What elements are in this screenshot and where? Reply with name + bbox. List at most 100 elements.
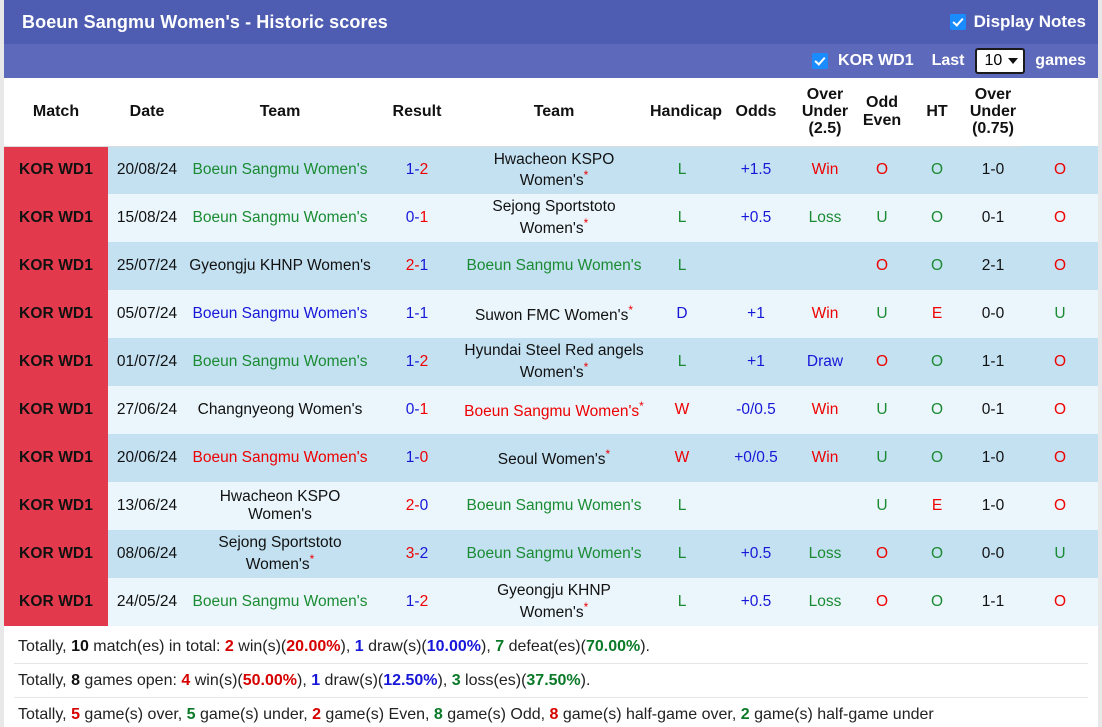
away-team[interactable]: Seoul Women's* [460, 434, 648, 482]
team-name: Hyundai Steel Red angels Women's* [464, 342, 644, 381]
col-match[interactable]: Match [4, 78, 108, 147]
match-league-badge[interactable]: KOR WD1 [4, 338, 108, 386]
over-under-075-value: U [1022, 530, 1098, 578]
match-league-badge[interactable]: KOR WD1 [4, 146, 108, 194]
result-letter: L [648, 530, 716, 578]
col-handicap[interactable]: Handicap [648, 78, 722, 147]
col-odd-even[interactable]: Odd Even [854, 78, 910, 147]
home-team[interactable]: Gyeongju KHNP Women's [186, 242, 374, 290]
away-team[interactable]: Suwon FMC Women's* [460, 290, 648, 338]
summary-total-seg-10: ), [481, 638, 496, 655]
col-ou25-l3: (2.5) [808, 120, 842, 138]
team-name: Changnyeong Women's [197, 401, 363, 419]
home-team[interactable]: Boeun Sangmu Women's [186, 338, 374, 386]
summary-open-seg-8: draw(s)( [320, 672, 384, 689]
table-row[interactable]: KOR WD1 20/08/24 Boeun Sangmu Women's 1-2 Hw… [4, 146, 1098, 194]
score[interactable]: 2-0 [374, 482, 460, 530]
away-team[interactable]: Boeun Sangmu Women's [460, 530, 648, 578]
result-letter: W [648, 386, 716, 434]
score[interactable]: 0-1 [374, 194, 460, 242]
score[interactable]: 1-2 [374, 146, 460, 194]
table-row[interactable]: KOR WD1 05/07/24 Boeun Sangmu Women's 1-1 Su… [4, 290, 1098, 338]
ou075-text: O [1053, 497, 1067, 515]
summary-total-seg-14: ). [640, 638, 650, 655]
score[interactable]: 1-2 [374, 338, 460, 386]
ou075-text: U [1054, 545, 1066, 563]
score[interactable]: 3-2 [374, 530, 460, 578]
table-row[interactable]: KOR WD1 08/06/24 Sejong Sportstoto Women's… [4, 530, 1098, 578]
col-team-away[interactable]: Team [460, 78, 648, 147]
home-team[interactable]: Boeun Sangmu Women's [186, 146, 374, 194]
col-date[interactable]: Date [108, 78, 186, 147]
home-team[interactable]: Boeun Sangmu Women's [186, 194, 374, 242]
table-row[interactable]: KOR WD1 24/05/24 Boeun Sangmu Women's 1-2 Gy… [4, 578, 1098, 626]
table-row[interactable]: KOR WD1 25/07/24 Gyeongju KHNP Women's 2-1 B… [4, 242, 1098, 290]
handicap-value: +0/0.5 [716, 434, 796, 482]
ou075-text: O [1053, 449, 1067, 467]
home-team[interactable]: Boeun Sangmu Women's [186, 434, 374, 482]
match-league-badge[interactable]: KOR WD1 [4, 194, 108, 242]
col-over-under-075[interactable]: Over Under (0.75) [964, 78, 1022, 147]
score[interactable]: 2-1 [374, 242, 460, 290]
ou25-text: U [876, 449, 888, 467]
odds-text: Win [811, 305, 839, 323]
ou25-text: O [875, 257, 889, 275]
team-name: Boeun Sangmu Women's [466, 497, 642, 515]
note-asterisk: * [583, 167, 589, 182]
score[interactable]: 1-2 [374, 578, 460, 626]
display-notes-checkbox[interactable] [949, 14, 966, 30]
col-odds[interactable]: Odds [716, 78, 796, 147]
games-count-select[interactable]: 10 [974, 48, 1026, 74]
table-row[interactable]: KOR WD1 01/07/24 Boeun Sangmu Women's 1-2 Hy… [4, 338, 1098, 386]
odd-even-value: O [910, 386, 964, 434]
away-team[interactable]: Hwacheon KSPO Women's* [460, 146, 648, 194]
team-name: Hwacheon KSPO Women's [219, 488, 341, 523]
score[interactable]: 1-0 [374, 434, 460, 482]
match-league-badge[interactable]: KOR WD1 [4, 578, 108, 626]
col-ht[interactable]: HT [910, 78, 964, 147]
table-row[interactable]: KOR WD1 27/06/24 Changnyeong Women's 0-1 Boe… [4, 386, 1098, 434]
handicap-text: +0/0.5 [734, 449, 778, 467]
odd-even-value: E [910, 482, 964, 530]
away-team[interactable]: Boeun Sangmu Women's [460, 482, 648, 530]
col-ou25-l2: Under [801, 103, 849, 121]
league-filter-checkbox[interactable] [812, 53, 829, 69]
match-league-badge[interactable]: KOR WD1 [4, 386, 108, 434]
home-team[interactable]: Boeun Sangmu Women's [186, 290, 374, 338]
away-team[interactable]: Gyeongju KHNP Women's* [460, 578, 648, 626]
home-team[interactable]: Sejong Sportstoto Women's* [186, 530, 374, 578]
away-team[interactable]: Hyundai Steel Red angels Women's* [460, 338, 648, 386]
oddeven-text: E [931, 305, 943, 323]
match-league-badge[interactable]: KOR WD1 [4, 242, 108, 290]
match-league-badge[interactable]: KOR WD1 [4, 290, 108, 338]
oddeven-text: O [930, 257, 944, 275]
home-team[interactable]: Changnyeong Women's [186, 386, 374, 434]
half-time-score: 1-0 [964, 434, 1022, 482]
col-result[interactable]: Result [374, 78, 460, 147]
handicap-value: -0/0.5 [716, 386, 796, 434]
summary-ou-seg-7: 8 [433, 706, 443, 723]
col-over-under-25[interactable]: Over Under (2.5) [796, 78, 854, 147]
ou25-text: U [876, 497, 888, 515]
table-row[interactable]: KOR WD1 15/08/24 Boeun Sangmu Women's 0-1 Se… [4, 194, 1098, 242]
odds-value: Loss [796, 530, 854, 578]
odds-value: Win [796, 434, 854, 482]
team-name: Boeun Sangmu Women's [192, 449, 368, 467]
summary-open-seg-0: Totally, [18, 672, 72, 689]
display-notes-control[interactable]: Display Notes [949, 12, 1086, 32]
oddeven-text: O [930, 353, 944, 371]
handicap-value: +1 [716, 290, 796, 338]
match-league-badge[interactable]: KOR WD1 [4, 434, 108, 482]
col-team-home[interactable]: Team [186, 78, 374, 147]
home-team[interactable]: Hwacheon KSPO Women's [186, 482, 374, 530]
score[interactable]: 0-1 [374, 386, 460, 434]
away-team[interactable]: Boeun Sangmu Women's [460, 242, 648, 290]
match-league-badge[interactable]: KOR WD1 [4, 530, 108, 578]
table-row[interactable]: KOR WD1 20/06/24 Boeun Sangmu Women's 1-0 Se… [4, 434, 1098, 482]
away-team[interactable]: Boeun Sangmu Women's* [460, 386, 648, 434]
home-team[interactable]: Boeun Sangmu Women's [186, 578, 374, 626]
table-row[interactable]: KOR WD1 13/06/24 Hwacheon KSPO Women's 2-0 B… [4, 482, 1098, 530]
away-team[interactable]: Sejong Sportstoto Women's* [460, 194, 648, 242]
match-league-badge[interactable]: KOR WD1 [4, 482, 108, 530]
score[interactable]: 1-1 [374, 290, 460, 338]
